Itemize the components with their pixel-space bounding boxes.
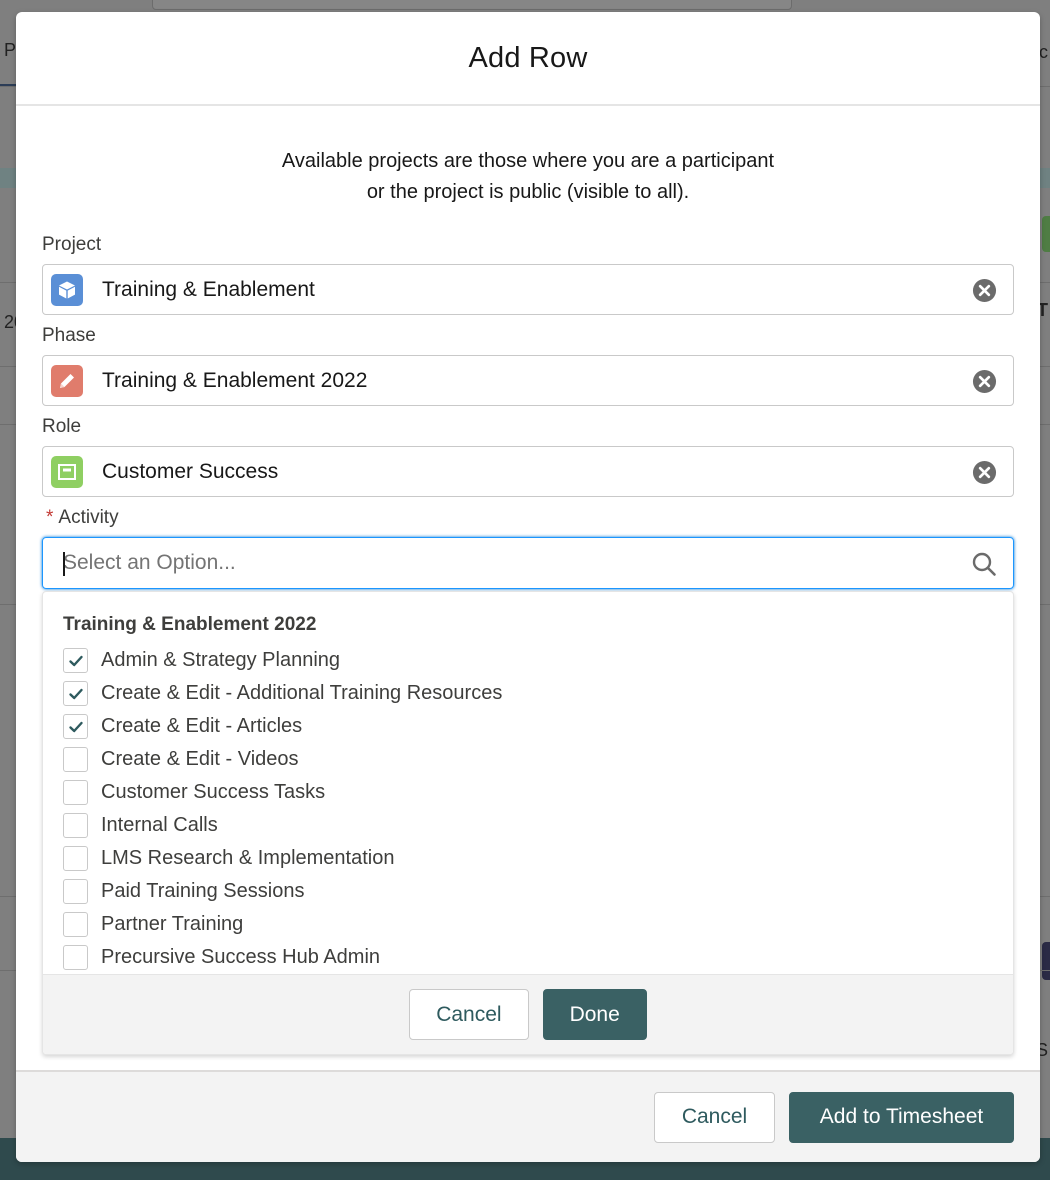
search-icon: [971, 551, 997, 582]
role-label: Role: [42, 416, 82, 437]
phase-label: Phase: [42, 325, 96, 346]
activity-dropdown: Training & Enablement 2022 Admin & Strat…: [42, 591, 1014, 1055]
modal-header: Add Row: [16, 12, 1040, 106]
role-value: Customer Success: [102, 459, 279, 483]
activity-option[interactable]: Admin & Strategy Planning: [43, 644, 1013, 677]
checkbox[interactable]: [63, 945, 88, 970]
phase-value: Training & Enablement 2022: [102, 368, 368, 392]
activity-option-label: Internal Calls: [101, 814, 218, 836]
clear-project-button[interactable]: [971, 277, 997, 303]
clear-phase-button[interactable]: [971, 368, 997, 394]
project-lookup[interactable]: Training & Enablement: [42, 264, 1014, 315]
add-to-timesheet-button[interactable]: Add to Timesheet: [789, 1091, 1014, 1143]
checkbox[interactable]: [63, 912, 88, 937]
activity-option[interactable]: Partner Training: [43, 908, 1013, 941]
activity-option-label: Admin & Strategy Planning: [101, 649, 341, 671]
checkbox[interactable]: [63, 747, 88, 772]
activity-option-label: Create & Edit - Videos: [101, 748, 299, 770]
activity-search-input[interactable]: [63, 551, 943, 575]
activity-option-label: Partner Training: [101, 913, 244, 935]
required-marker: *: [46, 507, 54, 528]
activity-option-label: Create & Edit - Articles: [101, 715, 303, 737]
modal-body: Available projects are those where you a…: [16, 106, 1040, 1070]
background-tab-fragment: P: [4, 40, 17, 60]
activity-option-label: Create & Edit - Additional Training Reso…: [101, 682, 503, 704]
close-circle-icon: [972, 278, 996, 302]
window-icon: [51, 455, 83, 488]
role-lookup[interactable]: Customer Success: [42, 446, 1014, 497]
activity-label: * Activity: [42, 505, 1014, 531]
checkmark-icon: [68, 721, 83, 732]
checkbox[interactable]: [63, 879, 88, 904]
activity-option[interactable]: Create & Edit - Articles: [43, 710, 1013, 743]
activity-option[interactable]: Customer Success Tasks: [43, 776, 1013, 809]
phase-lookup[interactable]: Training & Enablement 2022: [42, 355, 1014, 406]
cancel-button[interactable]: Cancel: [654, 1091, 775, 1143]
background-search-bar: [152, 0, 792, 10]
dropdown-footer: Cancel Done: [43, 974, 1013, 1054]
checkbox[interactable]: [63, 846, 88, 871]
activity-option[interactable]: LMS Research & Implementation: [43, 842, 1013, 875]
activity-option-label: Customer Success Tasks: [101, 781, 326, 803]
intro-text: Available projects are those where you a…: [42, 106, 1014, 232]
dropdown-done-button[interactable]: Done: [542, 989, 647, 1040]
checkbox[interactable]: [63, 780, 88, 805]
background-chip: [1042, 942, 1050, 980]
activity-option[interactable]: Precursive Success Hub Admin: [43, 941, 1013, 974]
cube-icon: [51, 273, 83, 306]
background-text-fragment: c: [1039, 42, 1048, 62]
option-group-heading: Training & Enablement 2022: [63, 614, 317, 635]
checkmark-icon: [68, 688, 83, 699]
modal-footer: Cancel Add to Timesheet: [16, 1070, 1040, 1162]
activity-option-label: Precursive Success Hub Admin: [101, 946, 381, 968]
checkbox[interactable]: [63, 714, 88, 739]
pencil-icon: [51, 364, 83, 397]
activity-option-label: Paid Training Sessions: [101, 880, 305, 902]
intro-line-1: Available projects are those where you a…: [281, 150, 775, 172]
checkbox[interactable]: [63, 648, 88, 673]
activity-option[interactable]: Create & Edit - Additional Training Reso…: [43, 677, 1013, 710]
intro-line-2: or the project is public (visible to all…: [366, 181, 690, 203]
dropdown-cancel-button[interactable]: Cancel: [409, 989, 529, 1040]
text-cursor: [63, 552, 65, 576]
close-circle-icon: [972, 369, 996, 393]
activity-option[interactable]: Create & Edit - Videos: [43, 743, 1013, 776]
close-circle-icon: [972, 460, 996, 484]
clear-role-button[interactable]: [971, 459, 997, 485]
activity-option-label: LMS Research & Implementation: [101, 847, 395, 869]
activity-option[interactable]: Internal Calls: [43, 809, 1013, 842]
activity-combobox[interactable]: [42, 537, 1014, 589]
activity-label-text: Activity: [58, 507, 119, 528]
option-list: Admin & Strategy Planning Create & Edit -…: [43, 644, 1013, 974]
activity-option[interactable]: Paid Training Sessions: [43, 875, 1013, 908]
checkmark-icon: [68, 655, 83, 666]
modal-title: Add Row: [468, 41, 588, 74]
project-value: Training & Enablement: [102, 277, 315, 301]
project-label: Project: [42, 234, 102, 255]
checkbox[interactable]: [63, 813, 88, 838]
add-row-modal: Add Row Available projects are those whe…: [16, 12, 1040, 1162]
checkbox[interactable]: [63, 681, 88, 706]
background-chip: [1042, 216, 1050, 252]
